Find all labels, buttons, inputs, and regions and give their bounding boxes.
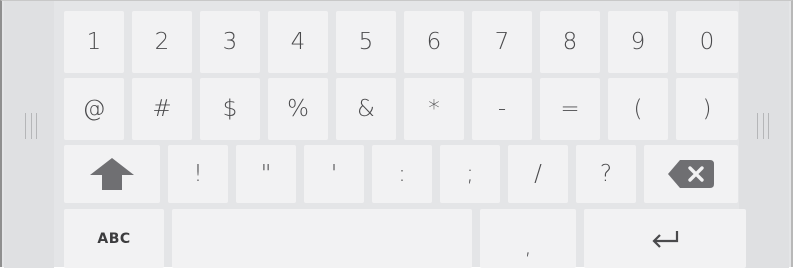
key-hash[interactable]: # (132, 78, 192, 140)
space-key[interactable] (172, 209, 472, 268)
key-semicolon[interactable]: ; (440, 145, 500, 203)
key-close-paren[interactable]: ) (676, 78, 738, 140)
key-7[interactable]: 7 (472, 11, 532, 73)
abc-mode-key[interactable]: ABC (64, 209, 164, 268)
arrow-up-icon (90, 158, 134, 190)
key-percent[interactable]: % (268, 78, 328, 140)
enter-key[interactable] (584, 209, 746, 268)
key-dollar[interactable]: $ (200, 78, 260, 140)
backspace-key[interactable] (644, 145, 738, 203)
drag-handle-icon[interactable] (757, 113, 769, 139)
key-comma[interactable]: , (480, 209, 576, 268)
key-ampersand[interactable]: & (336, 78, 396, 140)
key-open-paren[interactable]: ( (608, 78, 668, 140)
key-9[interactable]: 9 (608, 11, 668, 73)
key-2[interactable]: 2 (132, 11, 192, 73)
enter-icon (652, 230, 679, 248)
key-double-quote[interactable]: " (236, 145, 296, 203)
key-1[interactable]: 1 (64, 11, 124, 73)
key-6[interactable]: 6 (404, 11, 464, 73)
key-single-quote[interactable]: ' (304, 145, 364, 203)
shift-key[interactable] (64, 145, 160, 203)
backspace-icon (668, 160, 714, 188)
key-5[interactable]: 5 (336, 11, 396, 73)
key-minus[interactable]: - (472, 78, 532, 140)
key-0[interactable]: 0 (676, 11, 738, 73)
keyboard-frame: 1 2 3 4 5 6 7 8 9 0 @ # $ % & * - = ( ) … (0, 0, 793, 268)
key-at[interactable]: @ (64, 78, 124, 140)
key-question[interactable]: ? (576, 145, 636, 203)
key-exclamation[interactable]: ! (168, 145, 228, 203)
drag-handle-icon[interactable] (25, 113, 37, 139)
key-8[interactable]: 8 (540, 11, 600, 73)
left-drag-rail[interactable] (4, 1, 54, 268)
key-slash[interactable]: / (508, 145, 568, 203)
key-3[interactable]: 3 (200, 11, 260, 73)
key-colon[interactable]: : (372, 145, 432, 203)
key-equals[interactable]: = (540, 78, 600, 140)
key-asterisk[interactable]: * (404, 78, 464, 140)
right-drag-rail[interactable] (739, 1, 789, 268)
key-4[interactable]: 4 (268, 11, 328, 73)
